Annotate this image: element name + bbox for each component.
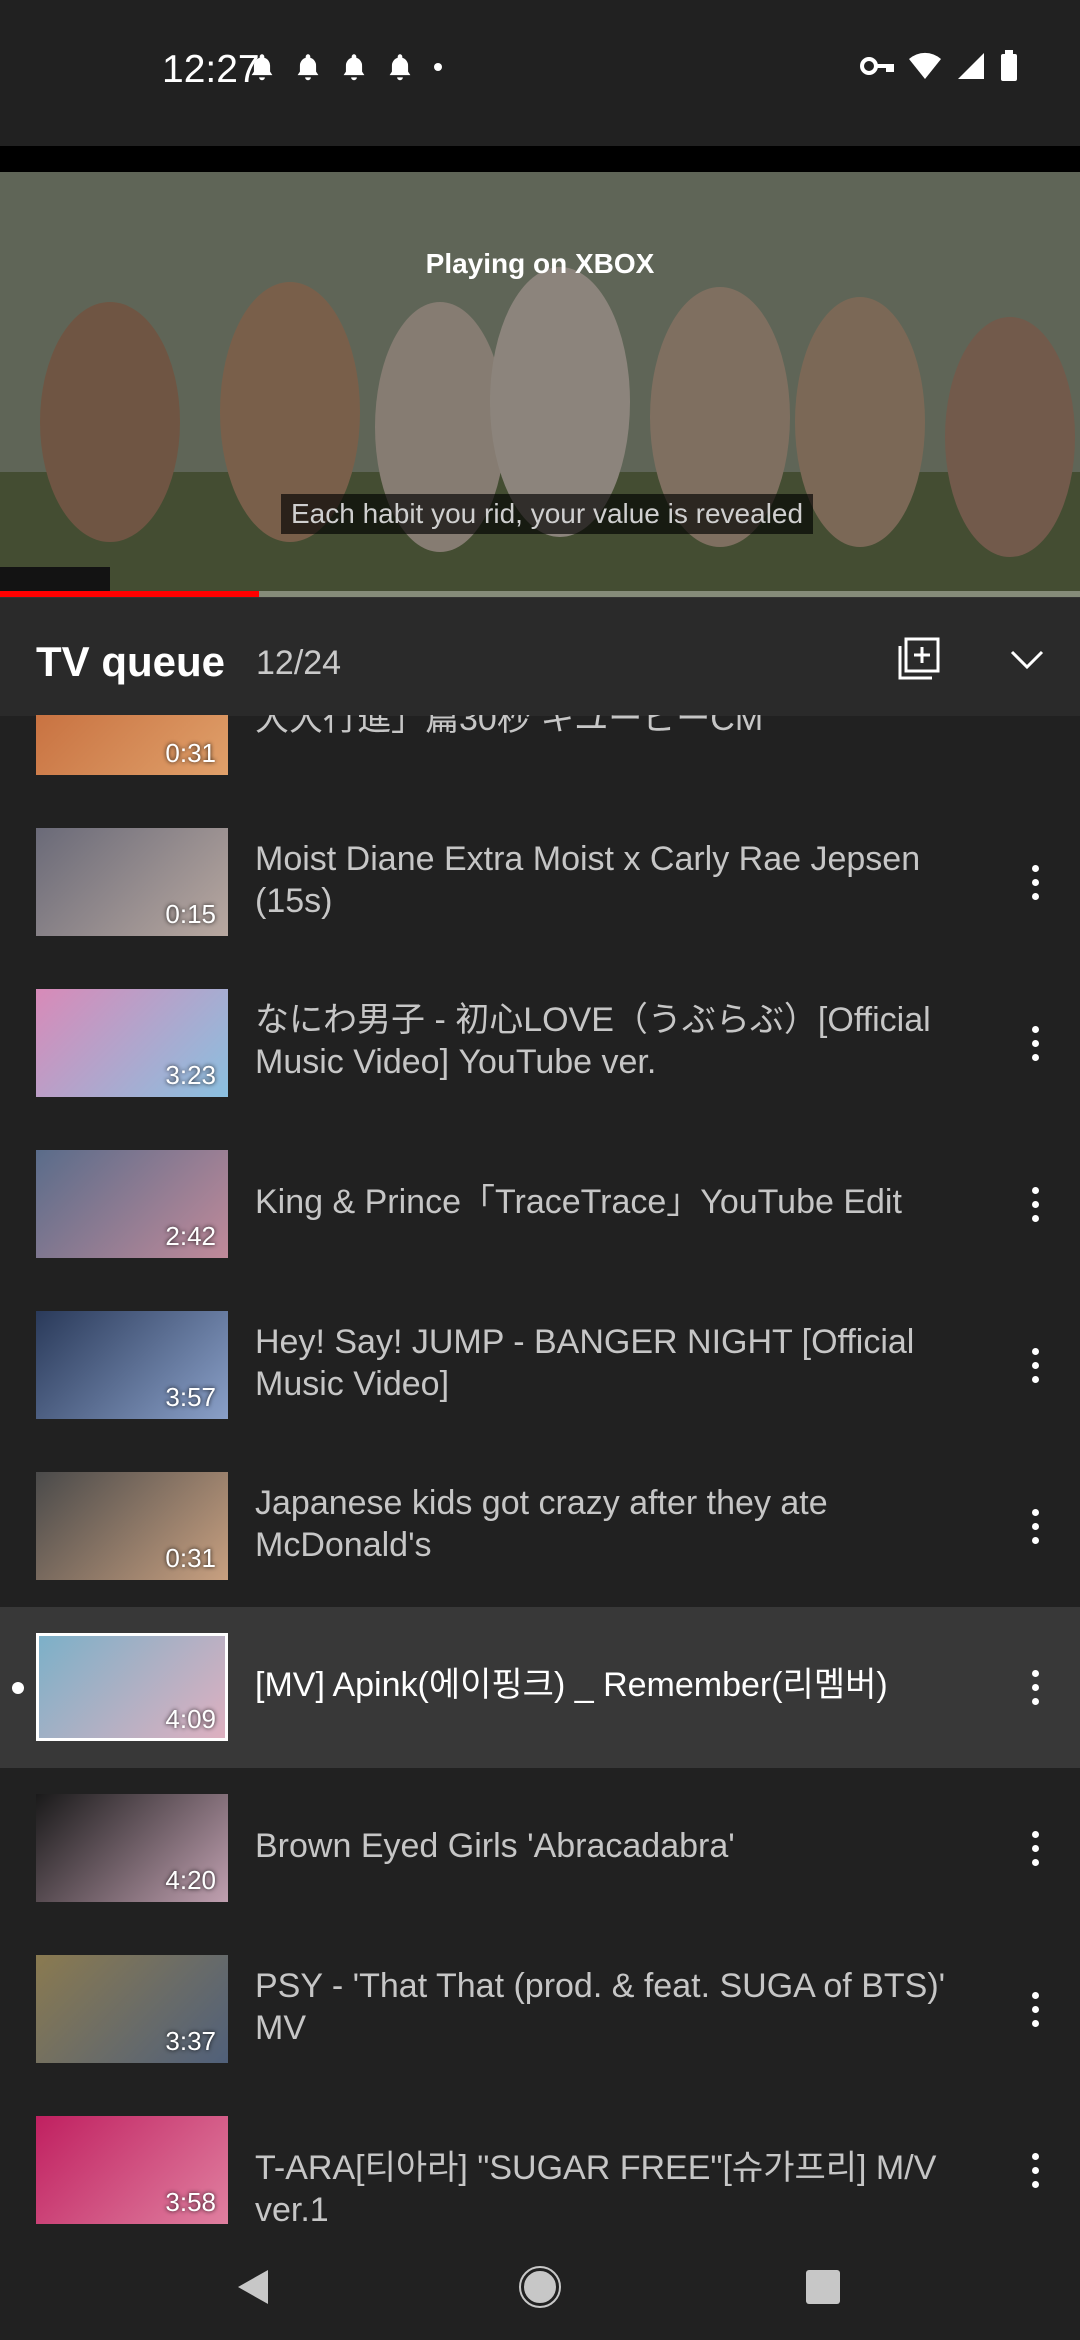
more-options-icon[interactable] [1020, 1015, 1050, 1071]
video-title: T-ARA[티아라] "SUGAR FREE"[슈가프리] M/V ver.1 [255, 2149, 937, 2229]
queue-item[interactable]: 3:57 Hey! Say! JUMP - BANGER NIGHT [Offic… [0, 1285, 1080, 1446]
video-title: なにわ男子 - 初心LOVE（うぶらぶ）[Official Music Vide… [255, 1001, 931, 1081]
queue-item[interactable]: 3:58 T-ARA[티아라] "SUGAR FREE"[슈가프리] M/V ve… [0, 2090, 1080, 2232]
video-thumbnail: 3:23 [36, 989, 228, 1097]
battery-icon [1001, 50, 1017, 81]
video-title: [MV] Apink(에이핑크) _ Remember(리멤버) [255, 1666, 888, 1704]
player-top-bar [0, 146, 1080, 172]
queue-item[interactable]: 0:31 大大行進」篇30秒 キユーピーCM [0, 715, 1080, 802]
more-options-icon[interactable] [1020, 2142, 1050, 2198]
navigation-bar [0, 2232, 1080, 2340]
video-duration: 3:57 [165, 1382, 216, 1412]
key-icon [860, 57, 894, 75]
cell-signal-icon [958, 53, 984, 79]
bell-icon [251, 54, 273, 81]
recents-icon[interactable] [806, 2270, 840, 2304]
video-duration: 3:23 [165, 1060, 216, 1090]
queue-list[interactable]: 0:31 大大行進」篇30秒 キユーピーCM 0:15 Moist Diane Ext… [0, 715, 1080, 2232]
video-thumbnail: 0:31 [36, 715, 228, 775]
video-duration: 4:20 [165, 1865, 216, 1895]
video-thumbnail: 3:57 [36, 1311, 228, 1419]
video-title: Moist Diane Extra Moist x Carly Rae Jeps… [255, 840, 921, 920]
system-icons [860, 50, 1018, 82]
more-options-icon[interactable] [1020, 1659, 1050, 1715]
queue-item[interactable]: 3:37 PSY - 'That That (prod. & feat. SUGA… [0, 1929, 1080, 2090]
home-icon[interactable] [519, 2266, 561, 2308]
wifi-icon [909, 52, 941, 79]
queue-header: TV queue 12/24 [0, 597, 1080, 716]
bell-icon [297, 54, 319, 81]
video-thumbnail: 0:31 [36, 1472, 228, 1580]
queue-item[interactable]: 0:31 Japanese kids got crazy after they a… [0, 1446, 1080, 1607]
more-options-icon[interactable] [1020, 1176, 1050, 1232]
queue-item[interactable]: 0:15 Moist Diane Extra Moist x Carly Rae … [0, 802, 1080, 963]
status-bar: 12:27 [0, 0, 1080, 146]
back-icon[interactable] [236, 2268, 270, 2306]
video-title: 大大行進」篇30秒 キユーピーCM [255, 715, 764, 738]
video-duration: 2:42 [165, 1221, 216, 1251]
queue-count: 12/24 [256, 644, 342, 682]
notification-icons [248, 52, 444, 82]
video-thumbnail: 3:58 [36, 2116, 228, 2224]
video-duration: 0:31 [165, 1543, 216, 1573]
bell-icon [343, 54, 365, 81]
casting-label: Playing on XBOX [425, 248, 655, 279]
queue-item[interactable]: 4:20 Brown Eyed Girls 'Abracadabra' [0, 1768, 1080, 1929]
dot-icon [434, 63, 442, 71]
more-options-icon[interactable] [1020, 1981, 1050, 2037]
video-duration: 0:31 [165, 738, 216, 768]
more-options-icon[interactable] [1020, 854, 1050, 910]
video-duration: 3:58 [165, 2187, 216, 2217]
queue-item[interactable]: 4:09 [MV] Apink(에이핑크) _ Remember(리멤버) [0, 1607, 1080, 1768]
more-options-icon[interactable] [1020, 1498, 1050, 1554]
video-duration: 3:37 [165, 2026, 216, 2056]
more-options-icon[interactable] [1020, 1820, 1050, 1876]
queue-item[interactable]: 2:42 King & Prince「TraceTrace」YouTube Edi… [0, 1124, 1080, 1285]
queue-item[interactable]: 3:23 なにわ男子 - 初心LOVE（うぶらぶ）[Official Music … [0, 963, 1080, 1124]
chevron-down-icon[interactable] [1004, 640, 1050, 680]
video-title: King & Prince「TraceTrace」YouTube Edit [255, 1183, 902, 1221]
video-duration: 0:15 [165, 899, 216, 929]
more-options-icon[interactable] [1020, 1337, 1050, 1393]
video-thumbnail: 4:09 [36, 1633, 228, 1741]
video-thumbnail: 0:15 [36, 828, 228, 936]
now-playing-indicator [12, 1682, 24, 1694]
bell-icon [389, 54, 411, 81]
status-time: 12:27 [162, 48, 260, 91]
video-player[interactable]: Playing on XBOX Each habit you rid, your… [0, 172, 1080, 597]
video-thumbnail: 4:20 [36, 1794, 228, 1902]
video-thumbnail: 2:42 [36, 1150, 228, 1258]
video-thumbnail: 3:37 [36, 1955, 228, 2063]
video-title: Hey! Say! JUMP - BANGER NIGHT [Official … [255, 1323, 915, 1403]
video-title: PSY - 'That That (prod. & feat. SUGA of … [255, 1967, 946, 2047]
add-to-playlist-icon[interactable] [896, 636, 942, 682]
video-title: Brown Eyed Girls 'Abracadabra' [255, 1827, 735, 1865]
video-title: Japanese kids got crazy after they ate M… [255, 1484, 828, 1564]
queue-title: TV queue [36, 638, 226, 685]
subtitle-caption: Each habit you rid, your value is reveal… [281, 494, 814, 534]
video-duration: 4:09 [165, 1704, 216, 1734]
